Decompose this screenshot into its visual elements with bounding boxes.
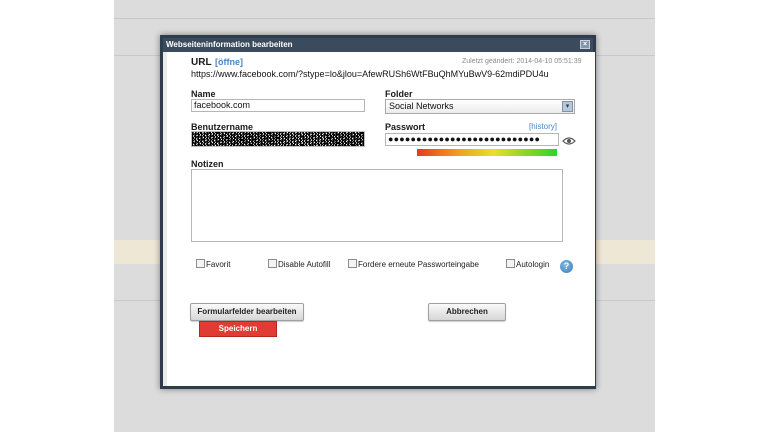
cancel-button[interactable]: Abbrechen [428, 303, 506, 321]
close-icon[interactable]: × [580, 40, 590, 49]
name-field[interactable]: facebook.com [191, 99, 365, 112]
favorite-label: Favorit [206, 260, 231, 269]
notes-textarea[interactable] [191, 169, 563, 242]
disable-autofill-checkbox[interactable] [268, 259, 277, 268]
background-divider [114, 18, 655, 19]
folder-select[interactable]: Social Networks ▾ [385, 99, 575, 114]
name-label: Name [191, 89, 216, 99]
save-button[interactable]: Speichern [199, 321, 277, 337]
option-favorite[interactable]: Favorit [196, 259, 230, 269]
username-field-obscured[interactable] [191, 131, 365, 147]
folder-selected-value: Social Networks [389, 101, 454, 111]
chevron-down-icon[interactable]: ▾ [562, 101, 573, 112]
notes-label: Notizen [191, 159, 224, 169]
dialog-title-bar[interactable]: Webseiteninformation bearbeiten × [163, 38, 593, 52]
password-label: Passwort [385, 122, 426, 132]
dialog-title: Webseiteninformation bearbeiten [166, 40, 293, 49]
reprompt-label: Fordere erneute Passworteingabe [358, 260, 479, 269]
edit-site-dialog: Webseiteninformation bearbeiten × URL [ö… [160, 35, 596, 389]
password-history-link[interactable]: [history] [529, 122, 557, 131]
url-label: URL [191, 57, 212, 68]
password-field[interactable]: ●●●●●●●●●●●●●●●●●●●●●●●●●●● [385, 133, 559, 146]
option-disable-autofill[interactable]: Disable Autofill [268, 259, 330, 269]
autologin-checkbox[interactable] [506, 259, 515, 268]
folder-label: Folder [385, 89, 413, 99]
password-strength-bar [417, 149, 557, 156]
edit-form-fields-button[interactable]: Formularfelder bearbeiten [190, 303, 304, 321]
eye-icon[interactable] [562, 136, 576, 146]
url-field[interactable]: https://www.facebook.com/?stype=lo&jlou=… [191, 69, 567, 79]
last-modified-text: Zuletzt geändert: 2014-04-10 05:51:39 [462, 58, 582, 65]
reprompt-checkbox[interactable] [348, 259, 357, 268]
dialog-content: URL [öffne] Zuletzt geändert: 2014-04-10… [167, 52, 595, 386]
disable-autofill-label: Disable Autofill [278, 260, 331, 269]
option-autologin[interactable]: Autologin [506, 259, 549, 269]
autologin-label: Autologin [516, 260, 550, 269]
favorite-checkbox[interactable] [196, 259, 205, 268]
option-reprompt[interactable]: Fordere erneute Passworteingabe [348, 259, 479, 269]
open-url-link[interactable]: [öffne] [215, 57, 243, 67]
help-icon[interactable]: ? [560, 260, 573, 273]
